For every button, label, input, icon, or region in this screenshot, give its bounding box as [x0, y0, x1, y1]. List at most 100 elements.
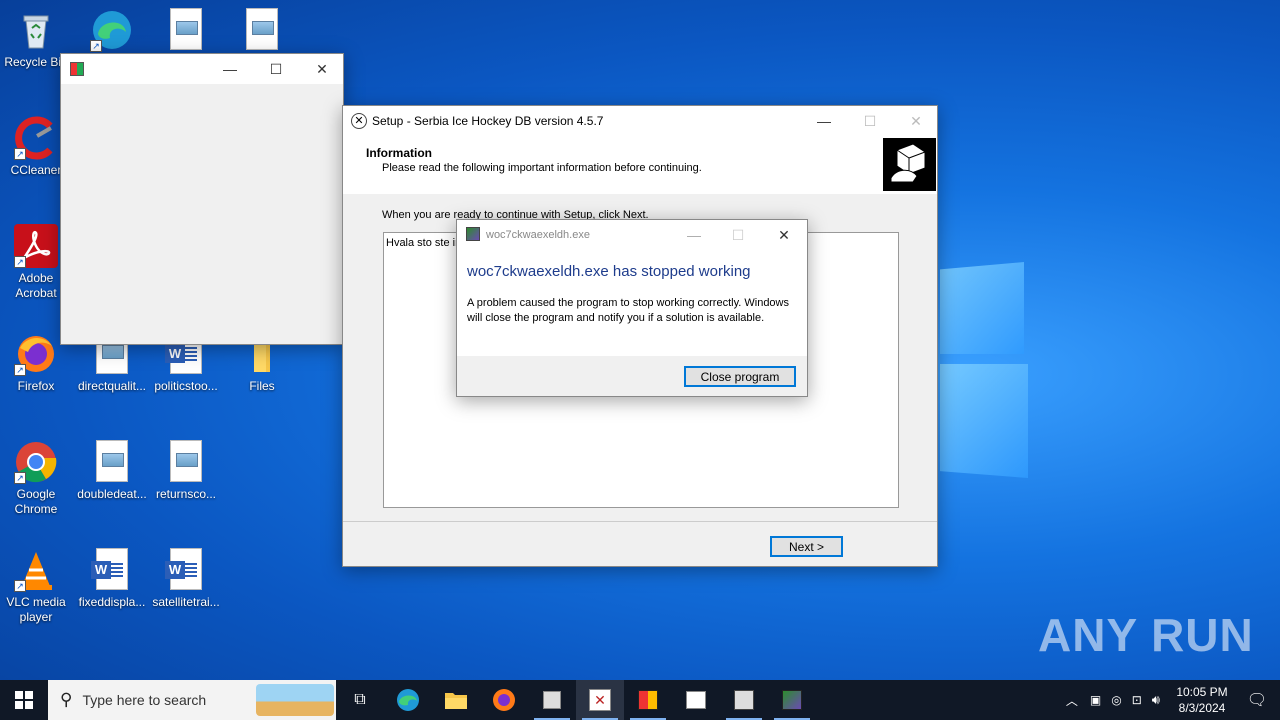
setup-window-titlebar[interactable]: ✕ Setup - Serbia Ice Hockey DB version 4…	[343, 106, 937, 136]
image-file-icon	[164, 440, 208, 484]
information-text: Hvala sto ste in	[386, 237, 462, 249]
next-button[interactable]: Next >	[770, 536, 843, 557]
anyrun-watermark: ANY RUN	[1038, 608, 1254, 662]
volume-icon[interactable]: 🔊︎	[1152, 692, 1160, 708]
error-app-icon	[782, 690, 802, 710]
search-icon: ⚲	[60, 690, 73, 709]
desktop-icon-label: returnsco...	[155, 487, 217, 501]
firefox-icon	[493, 689, 515, 711]
maximize-button[interactable]: ☐	[253, 54, 299, 84]
close-program-button[interactable]: Close program	[684, 366, 796, 387]
taskbar-firefox[interactable]	[480, 680, 528, 720]
chevron-up-icon[interactable]: ︿	[1066, 692, 1078, 709]
window-title: Setup - Serbia Ice Hockey DB version 4.5…	[372, 114, 604, 128]
taskbar-installer[interactable]	[720, 680, 768, 720]
windows-start-icon	[15, 691, 33, 709]
taskbar-app-4[interactable]	[672, 680, 720, 720]
edge-icon: ↗	[90, 8, 134, 52]
section-subtitle: Please read the following important info…	[382, 162, 702, 174]
adobe-acrobat-icon: ↗	[14, 224, 58, 268]
taskbar-app-1[interactable]	[528, 680, 576, 720]
app-window-icon	[686, 691, 706, 709]
app-window-icon	[543, 691, 561, 709]
dialog-title: woc7ckwaexeldh.exe	[486, 229, 590, 241]
minimize-button[interactable]: —	[207, 54, 253, 84]
minimize-button[interactable]: —	[801, 106, 847, 136]
defender-icon[interactable]: ▣	[1090, 693, 1101, 707]
desktop-icon-label: Firefox	[17, 379, 55, 393]
task-view-icon: ⧉	[354, 691, 366, 708]
search-highlight-image	[256, 684, 334, 716]
desktop-icon-label: Files	[249, 379, 275, 393]
vlc-icon: ↗	[14, 548, 58, 592]
desktop-background: Recycle Bin ↗ CCleaner ↗ Adobe Acrobat ↗…	[0, 0, 1280, 680]
blank-window-titlebar[interactable]: — ☐ ✕	[61, 54, 343, 84]
maximize-button: ☐	[863, 112, 877, 129]
setup-app-icon: ✕	[589, 689, 611, 711]
chrome-icon: ↗	[14, 440, 58, 484]
image-file-icon	[240, 8, 284, 52]
error-message: A problem caused the program to stop wor…	[467, 297, 789, 324]
desktop-icon-label: fixeddispla...	[78, 595, 146, 609]
desktop-icon-returnsco[interactable]: returnsco...	[150, 440, 222, 502]
task-view-button[interactable]: ⧉	[336, 680, 384, 720]
clock-time: 10:05 PM	[1176, 685, 1228, 699]
taskbar-edge[interactable]	[384, 680, 432, 720]
taskbar-woc7ckwaexeldh[interactable]	[768, 680, 816, 720]
clock-date: 8/3/2024	[1178, 701, 1226, 715]
system-tray: ︿ ▣ ◎ ⊡ 🔊︎ 10:05 PM 8/3/2024	[1066, 680, 1232, 720]
desktop-icon-label: doubledeat...	[77, 487, 147, 501]
edge-icon	[397, 689, 419, 711]
taskbar-file-explorer[interactable]	[432, 680, 480, 720]
shortcut-arrow-icon: ↗	[14, 256, 26, 268]
desktop-icon-label: directqualit...	[77, 379, 147, 393]
error-dialog-titlebar[interactable]: woc7ckwaexeldh.exe — ☐ ✕	[457, 220, 807, 250]
desktop-icon-label: Google Chrome	[14, 487, 58, 516]
shortcut-arrow-icon: ↗	[14, 472, 26, 484]
desktop-icon-image-file[interactable]	[226, 8, 298, 55]
notification-icon: 🗨︎	[1246, 692, 1268, 709]
meet-now-icon[interactable]: ◎	[1111, 693, 1121, 707]
shortcut-arrow-icon: ↗	[14, 580, 26, 592]
setup-footer-divider	[343, 521, 937, 522]
desktop-icon-doubledeat[interactable]: doubledeat...	[76, 440, 148, 502]
desktop-icon-label: VLC media player	[6, 595, 66, 624]
installer-box-icon	[734, 690, 754, 710]
close-button[interactable]: ✕	[761, 220, 807, 250]
desktop-icon-image-file[interactable]	[150, 8, 222, 55]
setup-app-icon: ✕	[351, 113, 367, 129]
blank-window[interactable]: — ☐ ✕	[60, 53, 344, 345]
search-placeholder: Type here to search	[82, 692, 207, 708]
desktop-icon-satellitetrai[interactable]: W satellitetrai...	[150, 548, 222, 610]
taskbar-app-3[interactable]	[624, 680, 672, 720]
recycle-bin-icon	[14, 8, 58, 52]
watermark-text: ANY RUN	[1038, 609, 1254, 661]
shortcut-arrow-icon: ↗	[14, 364, 26, 376]
word-doc-icon: W	[90, 548, 134, 592]
windows-logo-pane-bottom	[940, 364, 1028, 478]
image-file-icon	[164, 8, 208, 52]
setup-header: Information Please read the following im…	[343, 136, 937, 194]
desktop-icon-google-chrome[interactable]: ↗ Google Chrome	[0, 440, 72, 517]
taskbar-setup[interactable]: ✕	[576, 680, 624, 720]
close-button[interactable]: ✕	[893, 106, 939, 136]
taskbar-search-box[interactable]: ⚲ Type here to search	[48, 680, 336, 720]
folder-icon	[445, 693, 467, 709]
taskbar: ⚲ Type here to search ⧉ ✕ ︿ ▣ ◎ ⊡ 🔊︎ 10:…	[0, 680, 1280, 720]
shortcut-arrow-icon: ↗	[14, 148, 26, 160]
section-title: Information	[366, 146, 432, 160]
start-button[interactable]	[0, 680, 48, 720]
error-dialog[interactable]: woc7ckwaexeldh.exe — ☐ ✕ woc7ckwaexeldh.…	[456, 219, 808, 397]
desktop-icon-edge[interactable]: ↗	[76, 8, 148, 55]
desktop-icon-label: politicstoo...	[154, 379, 218, 393]
network-icon[interactable]: ⊡	[1132, 693, 1142, 707]
clock[interactable]: 10:05 PM 8/3/2024	[1172, 684, 1232, 716]
setup-installer-icon	[883, 138, 936, 191]
desktop-icon-vlc[interactable]: ↗ VLC media player	[0, 548, 72, 625]
notification-center-button[interactable]: 🗨︎	[1234, 680, 1280, 720]
app-window-icon	[638, 690, 658, 710]
shortcut-arrow-icon: ↗	[90, 40, 102, 52]
desktop-icon-fixeddispla[interactable]: W fixeddispla...	[76, 548, 148, 610]
close-button[interactable]: ✕	[299, 54, 345, 84]
error-app-icon	[466, 227, 480, 241]
